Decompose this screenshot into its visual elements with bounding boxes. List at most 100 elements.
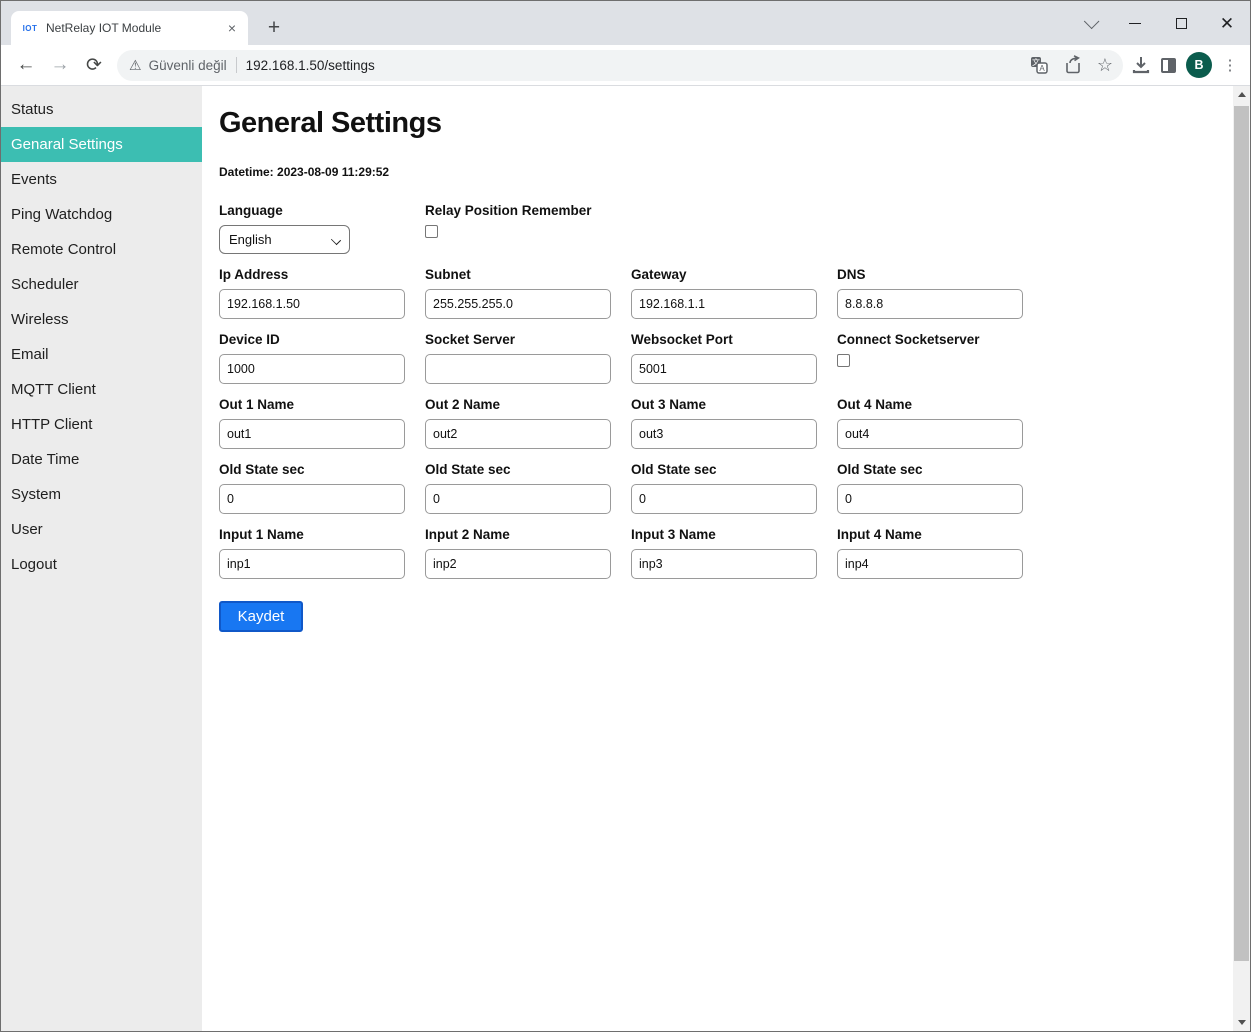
browser-tab[interactable]: IOT NetRelay IOT Module × [11,11,248,45]
out-4-name-field: Out 4 Name [837,397,1023,449]
tab-title: NetRelay IOT Module [46,21,224,35]
tab-strip: IOT NetRelay IOT Module × + ✕ [1,1,1250,45]
sidebar-item-status[interactable]: Status [1,92,202,127]
input-1-name-label: Input 1 Name [219,527,405,542]
sidebar-item-genaral-settings[interactable]: Genaral Settings [1,127,202,162]
menu-kebab-icon[interactable]: ⋮ [1222,56,1238,74]
main-content: General Settings Datetime: 2023-08-09 11… [202,86,1233,1031]
sidebar-item-user[interactable]: User [1,512,202,547]
reload-button[interactable]: ⟳ [80,51,108,79]
out-3-name-label: Out 3 Name [631,397,817,412]
websocket-port-field: Websocket Port [631,332,817,384]
old-state-sec-3-input[interactable] [631,484,817,514]
input-2-name-label: Input 2 Name [425,527,611,542]
websocket-port-input[interactable] [631,354,817,384]
browser-toolbar: ← → ⟳ ⚠ Güvenli değil 192.168.1.50/setti… [1,45,1250,86]
sidebar-item-ping-watchdog[interactable]: Ping Watchdog [1,197,202,232]
not-secure-warning-icon[interactable]: ⚠ [129,57,142,74]
gateway-field: Gateway [631,267,817,319]
sidebar-item-http-client[interactable]: HTTP Client [1,407,202,442]
side-panel-icon[interactable] [1161,58,1176,73]
page-body: StatusGenaral SettingsEventsPing Watchdo… [1,86,1250,1031]
old-state-sec-1-field: Old State sec [219,462,405,514]
scrollbar-thumb[interactable] [1234,106,1249,961]
sidebar-item-scheduler[interactable]: Scheduler [1,267,202,302]
favicon-icon: IOT [21,19,39,37]
window-controls: ✕ [1066,1,1250,45]
sidebar-item-logout[interactable]: Logout [1,547,202,582]
scrollbar-down-arrow[interactable] [1233,1014,1250,1031]
out-1-name-input[interactable] [219,419,405,449]
language-field: Language English [219,203,405,254]
input-1-name-field: Input 1 Name [219,527,405,579]
language-select[interactable]: English [219,225,350,254]
connect-socketserver-checkbox[interactable] [837,354,850,367]
datetime-text: Datetime: 2023-08-09 11:29:52 [219,165,1233,179]
out-4-name-input[interactable] [837,419,1023,449]
maximize-icon [1176,18,1187,29]
forward-button[interactable]: → [46,51,74,79]
new-tab-button[interactable]: + [260,14,288,42]
relay-remember-field: Relay Position Remember [425,203,611,254]
triangle-down-icon [1238,1020,1246,1025]
dns-input[interactable] [837,289,1023,319]
page-scrollbar[interactable] [1233,86,1250,1031]
out-1-name-label: Out 1 Name [219,397,405,412]
gateway-input[interactable] [631,289,817,319]
out-4-name-label: Out 4 Name [837,397,1023,412]
out-3-name-input[interactable] [631,419,817,449]
save-button[interactable]: Kaydet [219,601,303,632]
minimize-button[interactable] [1112,7,1158,39]
input-2-name-field: Input 2 Name [425,527,611,579]
subnet-label: Subnet [425,267,611,282]
socket-server-input[interactable] [425,354,611,384]
input-3-name-field: Input 3 Name [631,527,817,579]
close-icon: ✕ [1220,15,1234,32]
address-bar[interactable]: ⚠ Güvenli değil 192.168.1.50/settings 文A… [117,50,1123,81]
old-state-sec-1-input[interactable] [219,484,405,514]
translate-icon[interactable]: 文A [1029,55,1049,75]
tab-search-chevron-icon[interactable] [1066,7,1112,39]
sidebar-item-mqtt-client[interactable]: MQTT Client [1,372,202,407]
chevron-down-icon [1083,13,1099,29]
minimize-icon [1129,23,1141,24]
sidebar-item-events[interactable]: Events [1,162,202,197]
sidebar-item-date-time[interactable]: Date Time [1,442,202,477]
bookmark-star-icon[interactable]: ☆ [1097,55,1113,76]
ip-address-input[interactable] [219,289,405,319]
select-chevron-icon [331,235,341,245]
sidebar-item-wireless[interactable]: Wireless [1,302,202,337]
profile-avatar[interactable]: B [1186,52,1212,78]
close-window-button[interactable]: ✕ [1204,7,1250,39]
old-state-sec-4-input[interactable] [837,484,1023,514]
maximize-button[interactable] [1158,7,1204,39]
out-2-name-input[interactable] [425,419,611,449]
ip-address-field: Ip Address [219,267,405,319]
scrollbar-up-arrow[interactable] [1233,86,1250,103]
socket-server-field: Socket Server [425,332,611,384]
url-text[interactable]: 192.168.1.50/settings [246,58,1021,73]
share-icon[interactable] [1063,55,1083,75]
toolbar-actions: B ⋮ [1131,52,1238,78]
sidebar-item-email[interactable]: Email [1,337,202,372]
relay-remember-checkbox[interactable] [425,225,438,238]
input-1-name-input[interactable] [219,549,405,579]
device-id-input[interactable] [219,354,405,384]
back-button[interactable]: ← [12,51,40,79]
input-2-name-input[interactable] [425,549,611,579]
sidebar-item-system[interactable]: System [1,477,202,512]
sidebar-item-remote-control[interactable]: Remote Control [1,232,202,267]
language-label: Language [219,203,405,218]
old-state-sec-2-input[interactable] [425,484,611,514]
download-icon[interactable] [1131,55,1151,75]
subnet-input[interactable] [425,289,611,319]
browser-window: IOT NetRelay IOT Module × + ✕ ← → ⟳ ⚠ Gü… [0,0,1251,1032]
old-state-sec-1-label: Old State sec [219,462,405,477]
input-4-name-input[interactable] [837,549,1023,579]
url-separator [236,57,237,73]
input-3-name-input[interactable] [631,549,817,579]
page-title: General Settings [219,107,1233,140]
tab-close-icon[interactable]: × [224,20,240,36]
input-4-name-field: Input 4 Name [837,527,1023,579]
relay-remember-label: Relay Position Remember [425,203,611,218]
